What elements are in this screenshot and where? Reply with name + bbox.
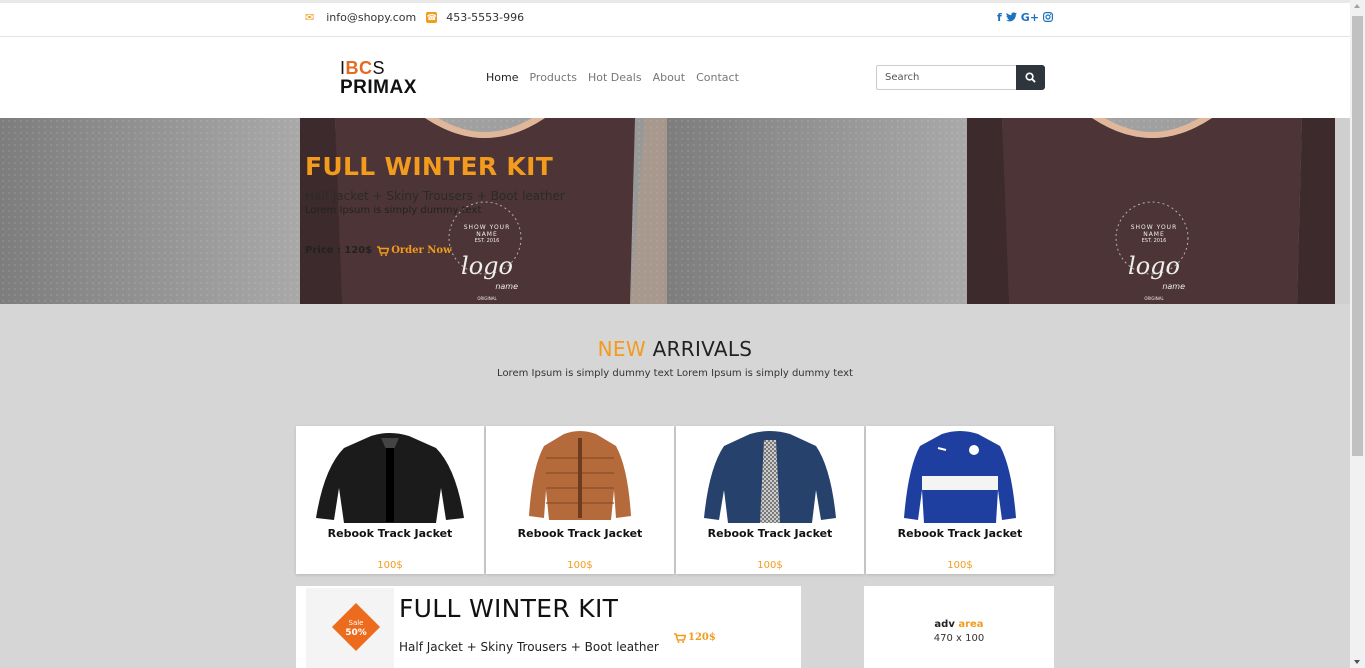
product-card[interactable]: Rebook Track Jacket 100$: [676, 426, 864, 574]
contact-info: ✉ info@shopy.com ☎ 453-5553-996: [305, 11, 524, 24]
scroll-thumb[interactable]: [1352, 16, 1363, 456]
shirt-logo: logo: [461, 252, 513, 280]
product-image: [529, 431, 631, 520]
adv-size: 470 x 100: [933, 633, 985, 644]
page-scrollbar[interactable]: [1350, 0, 1365, 668]
promo-card[interactable]: Sale 50% FULL WINTER KIT Half Jacket + S…: [296, 586, 801, 668]
envelope-icon: ✉: [305, 11, 315, 24]
product-name[interactable]: Rebook Track Jacket: [296, 527, 484, 540]
scroll-up-icon[interactable]: [1354, 4, 1360, 8]
product-card[interactable]: Rebook Track Jacket 100$: [866, 426, 1054, 574]
product-name[interactable]: Rebook Track Jacket: [866, 527, 1054, 540]
product-list: Rebook Track Jacket 100$ Rebook Track Ja…: [296, 426, 1054, 574]
adv-label: adv area: [934, 619, 984, 630]
scroll-down-icon[interactable]: [1354, 660, 1360, 664]
product-image: [704, 431, 836, 523]
hero-image-2: SHOW YOUR NAME EST. 2016 logo name ORIGI…: [667, 118, 1335, 304]
search-input[interactable]: [876, 65, 1016, 90]
google-plus-icon[interactable]: G+: [1021, 12, 1039, 25]
shirt-text-top-2: SHOW YOUR NAME: [1130, 224, 1178, 238]
product-price: 100$: [947, 560, 973, 571]
twitter-icon[interactable]: [1005, 12, 1017, 25]
product-card[interactable]: Rebook Track Jacket 100$: [296, 426, 484, 574]
shirt-text-orig-2: ORIGINAL: [1144, 296, 1164, 301]
nav-menu: Home Products Hot Deals About Contact: [486, 71, 739, 84]
cart-icon: [674, 632, 686, 643]
facebook-icon[interactable]: f: [997, 12, 1002, 25]
nav-item-contact[interactable]: Contact: [696, 71, 739, 84]
brand-logo[interactable]: IBCS PRIMAX: [340, 59, 417, 98]
contact-phone[interactable]: 453-5553-996: [446, 11, 524, 24]
section-title: NEW ARRIVALS: [597, 337, 753, 361]
nav-item-home[interactable]: Home: [486, 71, 518, 84]
product-price: 100$: [567, 560, 593, 571]
contact-email[interactable]: info@shopy.com: [326, 11, 416, 24]
promo-subtitle: Half Jacket + Skiny Trousers + Boot leat…: [399, 640, 659, 654]
nav-item-about[interactable]: About: [653, 71, 686, 84]
product-name[interactable]: Rebook Track Jacket: [676, 527, 864, 540]
adv-area: adv area 470 x 100: [864, 586, 1054, 668]
shirt-logo-sub: name: [495, 282, 518, 291]
shirt-logo-sub-2: name: [1162, 282, 1185, 291]
promo-thumbnail: Sale 50%: [306, 588, 394, 668]
phone-icon: ☎: [426, 12, 438, 23]
top-bar: ✉ info@shopy.com ☎ 453-5553-996 f G+: [0, 0, 1350, 37]
hero-price: Price : 120$: [305, 245, 373, 256]
hero-price-row: Price : 120$ Order Now: [305, 245, 565, 256]
shirt-text-est-2: EST. 2016: [1141, 238, 1167, 244]
search-icon: [1025, 72, 1036, 83]
shirt-text-orig: ORIGINAL: [477, 296, 497, 301]
hero-subtitle: Half Jacket + Skiny Trousers + Boot leat…: [305, 189, 565, 203]
hero-description: Lorem Ipsum is simply dummy text: [305, 205, 482, 216]
nav-item-hot-deals[interactable]: Hot Deals: [588, 71, 642, 84]
search-form: [876, 65, 1045, 90]
main-navbar: IBCS PRIMAX Home Products Hot Deals Abou…: [0, 37, 1350, 118]
instagram-icon[interactable]: [1043, 12, 1054, 25]
product-card[interactable]: Rebook Track Jacket 100$: [486, 426, 674, 574]
cart-icon: [377, 245, 390, 256]
product-name[interactable]: Rebook Track Jacket: [486, 527, 674, 540]
social-links: f G+: [997, 12, 1054, 25]
promo-title: FULL WINTER KIT: [399, 594, 619, 623]
hero-title: FULL WINTER KIT: [305, 152, 554, 181]
hero-caption: FULL WINTER KIT Half Jacket + Skiny Trou…: [305, 152, 565, 256]
order-now-button[interactable]: Order Now: [377, 245, 452, 256]
product-price: 100$: [757, 560, 783, 571]
promo-price[interactable]: 120$: [674, 632, 716, 643]
sale-badge-text: Sale 50%: [345, 619, 367, 638]
nav-item-products[interactable]: Products: [529, 71, 577, 84]
shirt-logo-2: logo: [1128, 252, 1180, 280]
hero-banner: SHOW YOUR NAME EST. 2016 logo name ORIGI…: [0, 118, 1350, 304]
section-subtitle: Lorem Ipsum is simply dummy text Lorem I…: [497, 368, 853, 379]
product-price: 100$: [377, 560, 403, 571]
product-image: [904, 431, 1016, 523]
search-button[interactable]: [1016, 65, 1045, 90]
product-image: [316, 433, 464, 523]
